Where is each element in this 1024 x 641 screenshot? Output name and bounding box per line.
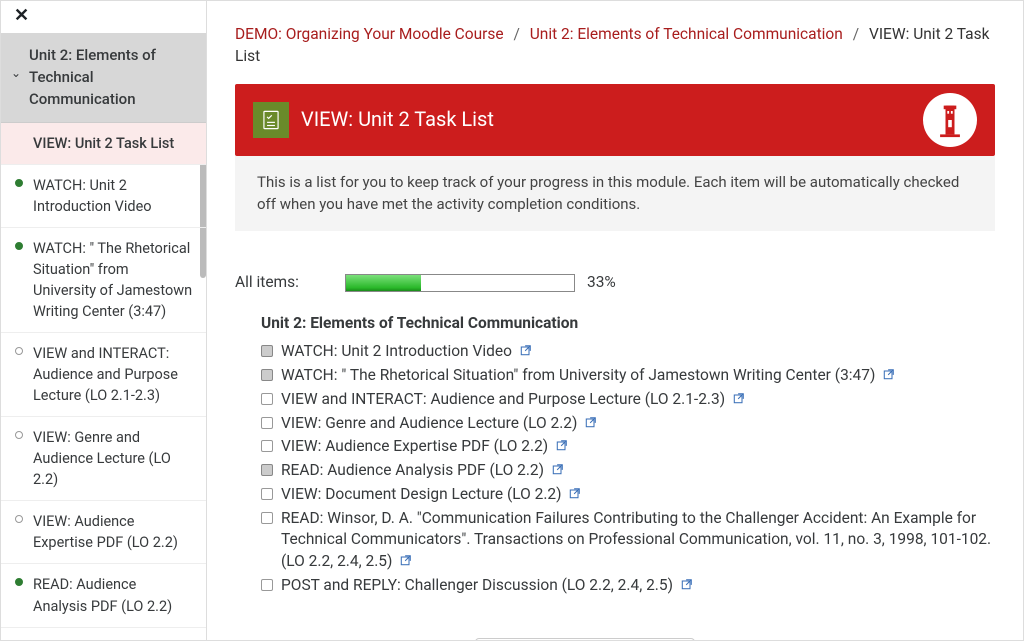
external-link-icon — [585, 413, 597, 435]
checklist-item: VIEW and INTERACT: Audience and Purpose … — [235, 388, 995, 412]
checklist-item: WATCH: " The Rhetorical Situation" from … — [235, 364, 995, 388]
sidebar-item-label: WATCH: " The Rhetorical Situation" from … — [33, 240, 192, 320]
checkbox-icon[interactable] — [261, 417, 273, 429]
bottom-navigation: ◀ POST your Introduction Jump to... WATC… — [235, 638, 995, 641]
checklist-item: READ: Audience Analysis PDF (LO 2.2) — [235, 459, 995, 483]
external-link-icon — [883, 365, 895, 387]
checklist-item-link[interactable]: VIEW: Genre and Audience Lecture (LO 2.2… — [281, 413, 597, 435]
page-title: VIEW: Unit 2 Task List — [301, 105, 494, 134]
checklist-item-link[interactable]: POST and REPLY: Challenger Discussion (L… — [281, 575, 693, 597]
checklist-item: VIEW: Document Design Lecture (LO 2.2) — [235, 483, 995, 507]
jump-to-select[interactable]: Jump to... — [475, 638, 695, 641]
progress-percent: 33% — [587, 271, 616, 293]
checklist-item-link[interactable]: READ: Audience Analysis PDF (LO 2.2) — [281, 460, 564, 482]
sidebar-section-title: Unit 2: Elements of Technical Communicat… — [29, 46, 156, 108]
checkbox-icon[interactable] — [261, 440, 273, 452]
completion-dot-icon — [15, 431, 23, 439]
checkbox-icon[interactable] — [261, 369, 273, 381]
breadcrumb-course[interactable]: DEMO: Organizing Your Moodle Course — [235, 25, 504, 43]
external-link-icon — [681, 575, 693, 597]
sidebar-item[interactable]: WATCH: " The Rhetorical Situation" from … — [1, 228, 206, 333]
checkbox-icon[interactable] — [261, 393, 273, 405]
sidebar-item-label: VIEW and INTERACT: Audience and Purpose … — [33, 345, 178, 404]
external-link-icon — [552, 460, 564, 482]
external-link-icon — [520, 341, 532, 363]
checkbox-icon[interactable] — [261, 488, 273, 500]
completion-dot-icon — [15, 515, 23, 523]
progress-row: All items: 33% — [235, 271, 995, 293]
checklist-item: POST and REPLY: Challenger Discussion (L… — [235, 574, 995, 598]
checklist-item: VIEW: Genre and Audience Lecture (LO 2.2… — [235, 412, 995, 436]
activity-description: This is a list for you to keep track of … — [235, 156, 995, 232]
completion-dot-icon — [15, 179, 23, 187]
breadcrumb-unit[interactable]: Unit 2: Elements of Technical Communicat… — [530, 25, 843, 43]
checkbox-icon[interactable] — [261, 464, 273, 476]
checklist-item: VIEW: Audience Expertise PDF (LO 2.2) — [235, 435, 995, 459]
sidebar-item-label: VIEW: Audience Expertise PDF (LO 2.2) — [33, 513, 178, 551]
sidebar-item[interactable]: VIEW: Audience Expertise PDF (LO 2.2) — [1, 501, 206, 564]
checklist-item: WATCH: Unit 2 Introduction Video — [235, 340, 995, 364]
sidebar-item-label: READ: Audience Analysis PDF (LO 2.2) — [33, 576, 172, 614]
checkbox-icon[interactable] — [261, 345, 273, 357]
checkbox-icon[interactable] — [261, 579, 273, 591]
sidebar: ✕ ⌄ Unit 2: Elements of Technical Commun… — [1, 1, 207, 640]
completion-dot-icon — [15, 242, 23, 250]
checklist-item: READ: Winsor, D. A. "Communication Failu… — [235, 507, 995, 574]
close-icon[interactable]: ✕ — [14, 3, 29, 29]
checklist-item-link[interactable]: WATCH: Unit 2 Introduction Video — [281, 341, 532, 363]
sidebar-item-label: VIEW: Unit 2 Task List — [33, 135, 174, 152]
sidebar-section-header[interactable]: ⌄ Unit 2: Elements of Technical Communic… — [1, 33, 206, 123]
sidebar-item-label: WATCH: Unit 2 Introduction Video — [33, 177, 152, 215]
progress-bar — [345, 274, 575, 292]
completion-dot-icon — [15, 347, 23, 355]
checklist: WATCH: Unit 2 Introduction Video WATCH: … — [235, 340, 995, 597]
sidebar-item[interactable]: VIEW: Genre and Audience Lecture (LO 2.2… — [1, 417, 206, 501]
page-header: VIEW: Unit 2 Task List — [235, 84, 995, 156]
sidebar-item[interactable]: VIEW and INTERACT: Audience and Purpose … — [1, 333, 206, 417]
checklist-item-link[interactable]: READ: Winsor, D. A. "Communication Failu… — [281, 508, 995, 573]
checklist-item-link[interactable]: VIEW: Document Design Lecture (LO 2.2) — [281, 484, 581, 506]
checklist-item-link[interactable]: WATCH: " The Rhetorical Situation" from … — [281, 365, 895, 387]
checklist-title: Unit 2: Elements of Technical Communicat… — [261, 312, 995, 334]
institution-logo — [923, 93, 977, 147]
completion-dot-icon — [15, 578, 23, 586]
external-link-icon — [733, 389, 745, 411]
external-link-icon — [400, 551, 412, 573]
sidebar-item[interactable]: WATCH: Unit 2 Introduction Video — [1, 165, 206, 228]
checklist-icon — [253, 102, 289, 138]
breadcrumb-separator: / — [853, 25, 859, 43]
breadcrumb-separator: / — [513, 25, 519, 43]
breadcrumb: DEMO: Organizing Your Moodle Course / Un… — [235, 23, 995, 68]
next-activity-link[interactable]: WATCH: Unit 2 Introduction Video ▶ — [765, 638, 995, 641]
sidebar-item-label: VIEW: Genre and Audience Lecture (LO 2.2… — [33, 429, 171, 488]
sidebar-item[interactable]: VIEW: Unit 2 Task List — [1, 123, 206, 165]
progress-label: All items: — [235, 271, 345, 293]
external-link-icon — [569, 484, 581, 506]
checklist-item-link[interactable]: VIEW: Audience Expertise PDF (LO 2.2) — [281, 436, 568, 458]
chevron-down-icon: ⌄ — [11, 65, 21, 82]
prev-activity-link[interactable]: ◀ POST your Introduction — [235, 638, 405, 641]
main-content: DEMO: Organizing Your Moodle Course / Un… — [207, 1, 1023, 640]
checklist-item-link[interactable]: VIEW and INTERACT: Audience and Purpose … — [281, 389, 745, 411]
external-link-icon — [556, 436, 568, 458]
checkbox-icon[interactable] — [261, 512, 273, 524]
sidebar-item[interactable]: READ: Audience Analysis PDF (LO 2.2) — [1, 564, 206, 627]
